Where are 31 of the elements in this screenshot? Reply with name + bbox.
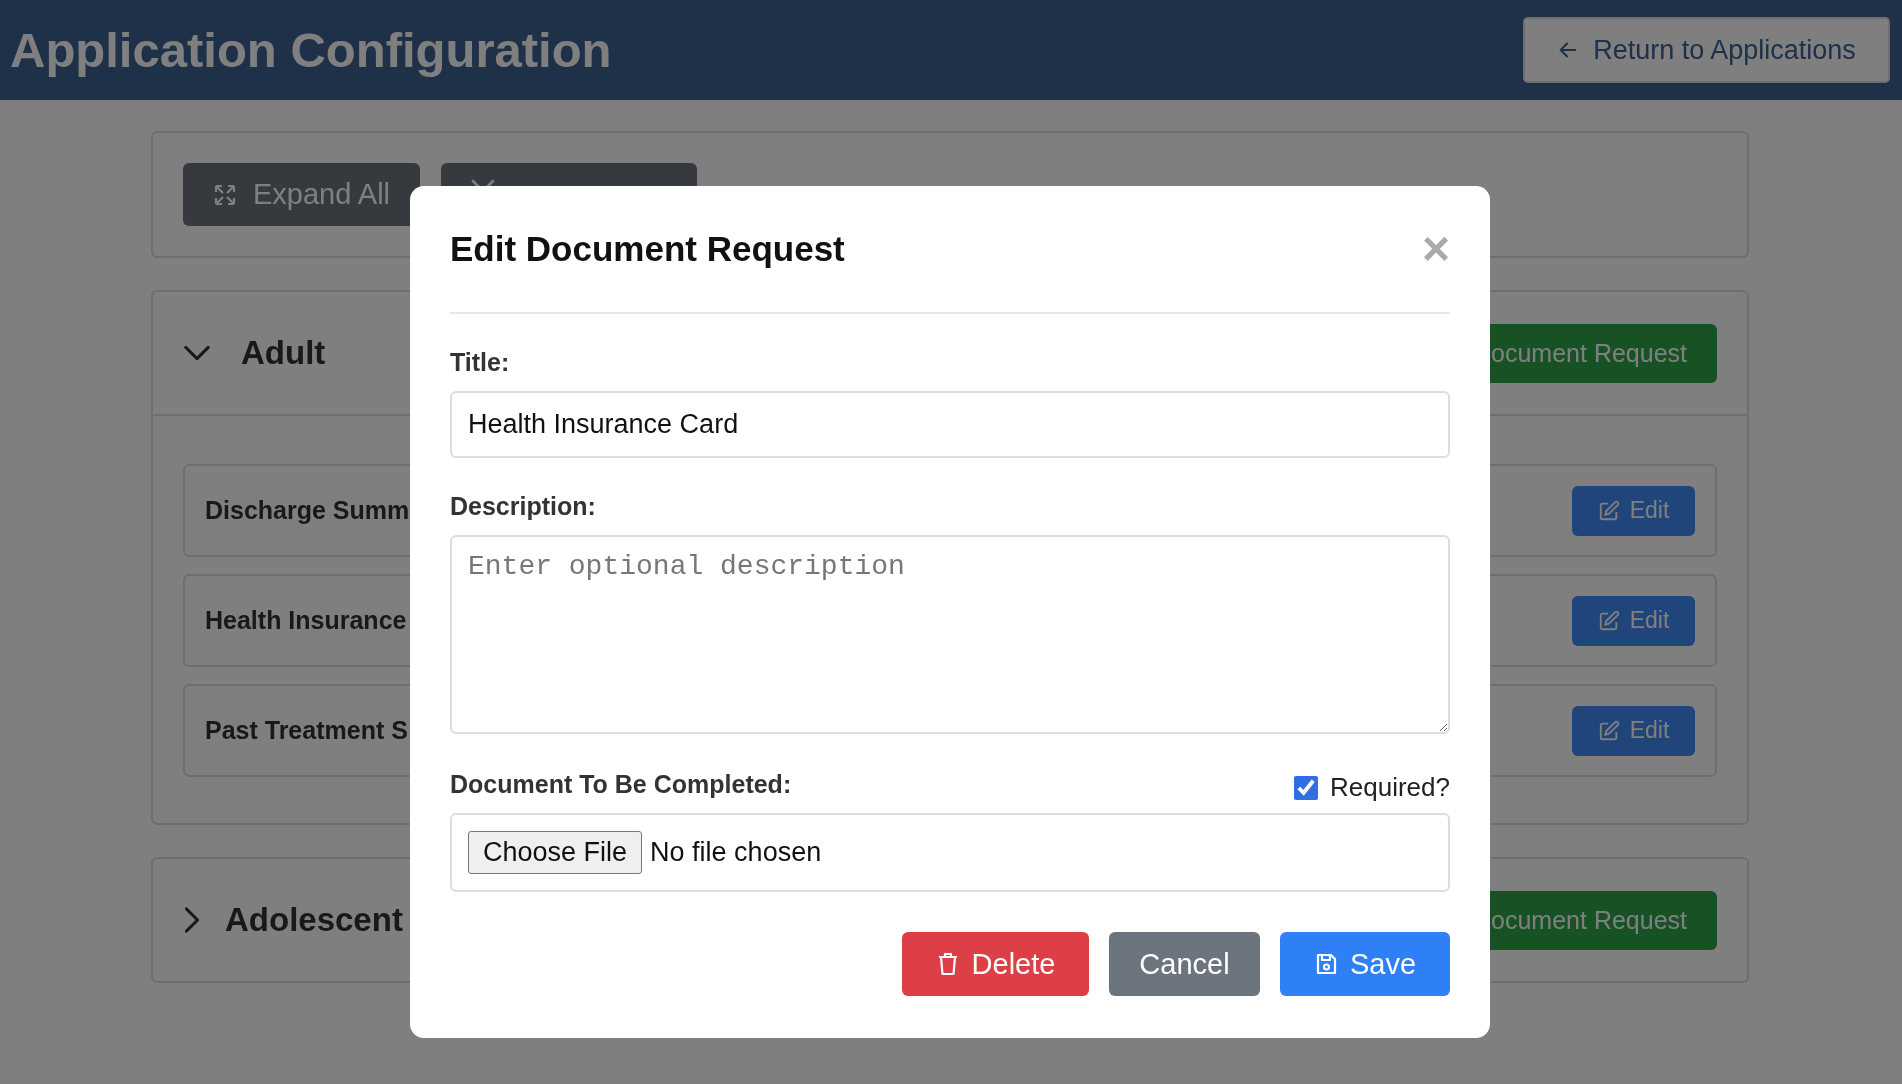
section-title: Adolescent bbox=[225, 901, 403, 939]
request-title: Health Insurance bbox=[205, 606, 407, 635]
save-button[interactable]: Save bbox=[1280, 932, 1450, 996]
required-checkbox[interactable] bbox=[1294, 775, 1318, 800]
choose-file-button[interactable]: Choose File bbox=[468, 831, 643, 874]
checkbox-label: Required? bbox=[1330, 772, 1450, 803]
edit-icon bbox=[1597, 719, 1620, 742]
field-label: Title: bbox=[450, 348, 511, 377]
return-button[interactable]: Return to Applications bbox=[1523, 17, 1890, 83]
field-label: Description: bbox=[450, 492, 597, 521]
edit-icon bbox=[1597, 609, 1620, 632]
page-title: Application Configuration bbox=[10, 22, 612, 78]
chevron-right-icon[interactable] bbox=[185, 906, 199, 934]
edit-button[interactable]: Edit bbox=[1572, 705, 1695, 756]
dialog-title: Edit Document Request bbox=[450, 229, 845, 269]
expand-all-button[interactable]: Expand All bbox=[183, 163, 421, 226]
expand-icon bbox=[213, 182, 237, 207]
request-title: Discharge Summ bbox=[205, 496, 410, 525]
edit-button[interactable]: Edit bbox=[1572, 485, 1695, 536]
request-title: Past Treatment S bbox=[205, 716, 408, 745]
cancel-button[interactable]: Cancel bbox=[1109, 932, 1260, 996]
edit-icon bbox=[1597, 499, 1620, 522]
close-button[interactable]: × bbox=[1421, 225, 1450, 273]
edit-button[interactable]: Edit bbox=[1572, 595, 1695, 646]
chevron-down-icon[interactable] bbox=[183, 346, 211, 360]
description-field[interactable]: Enter optional description bbox=[450, 535, 1450, 734]
title-field[interactable]: Health Insurance Card bbox=[450, 391, 1450, 458]
file-status: No file chosen bbox=[650, 837, 822, 868]
section-title: Adult bbox=[241, 334, 326, 372]
field-label: Document To Be Completed: bbox=[450, 770, 792, 799]
delete-button[interactable]: Delete bbox=[902, 932, 1089, 996]
